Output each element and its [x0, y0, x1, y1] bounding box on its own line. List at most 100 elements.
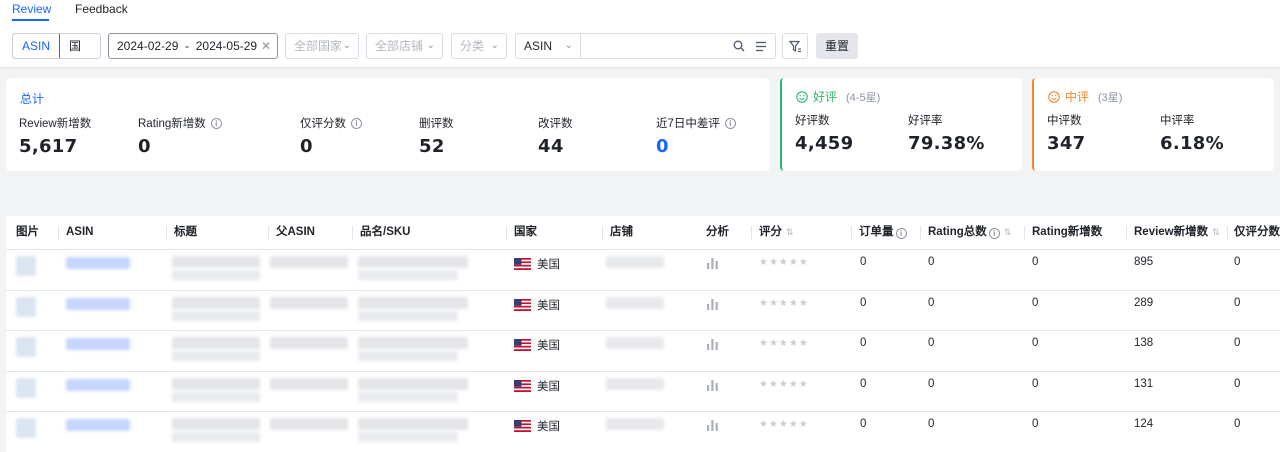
column-divider[interactable]: [851, 226, 852, 240]
rating-only-cell: 0: [1234, 418, 1241, 430]
metric-value: 5,617: [19, 136, 78, 157]
analysis-button[interactable]: [706, 338, 719, 353]
col-rating-total[interactable]: Rating总数 i ⇅: [928, 216, 1011, 248]
orders-cell: 0: [860, 337, 867, 349]
redacted-text[interactable]: [66, 297, 130, 310]
orders-cell: 0: [860, 296, 867, 309]
redacted-text: [172, 351, 260, 361]
col-rating-total-label: Rating总数: [928, 226, 987, 238]
country-cell: 美国: [514, 337, 560, 353]
us-flag-icon: [514, 339, 531, 351]
info-icon[interactable]: i: [210, 117, 222, 129]
info-icon[interactable]: i: [988, 228, 1000, 239]
toggle-asin[interactable]: ASIN: [13, 34, 61, 58]
neutral-hint: (3星): [1098, 91, 1123, 104]
product-thumbnail: [16, 256, 36, 276]
redacted-text: [358, 351, 458, 361]
column-divider[interactable]: [268, 226, 269, 240]
column-divider[interactable]: [352, 226, 353, 240]
product-thumbnail: [16, 337, 36, 357]
sort-icon[interactable]: ⇅: [1212, 227, 1220, 237]
rating-total-cell: 0: [928, 296, 935, 309]
column-divider[interactable]: [1024, 226, 1025, 240]
info-icon[interactable]: i: [895, 228, 907, 239]
info-icon[interactable]: i: [724, 117, 736, 129]
info-icon[interactable]: i: [351, 117, 362, 129]
column-divider[interactable]: [506, 226, 507, 240]
column-divider[interactable]: [1227, 226, 1228, 240]
positive-count: 好评数 4,459: [795, 112, 853, 154]
analysis-button[interactable]: [706, 419, 719, 434]
review-new-cell: 131: [1134, 377, 1154, 390]
clear-icon[interactable]: ✕: [261, 34, 271, 58]
redacted-text: [270, 337, 348, 349]
table-row[interactable]: 美国 ★★★★★ 0 0 0 124 0: [6, 412, 1280, 452]
metric-label: 删评数: [419, 118, 454, 130]
redacted-text[interactable]: [66, 419, 130, 431]
column-divider[interactable]: [166, 226, 167, 240]
redacted-text: [606, 337, 664, 349]
tab-review[interactable]: Review: [12, 2, 51, 16]
dimension-toggle: ASIN 国家: [12, 33, 101, 59]
country-select[interactable]: 全部国家 ⌄: [285, 33, 359, 59]
date-range-picker[interactable]: 2024-02-29 - 2024-05-29 ✕: [108, 33, 278, 59]
sort-icon[interactable]: ⇅: [786, 227, 794, 237]
orders-cell: 0: [860, 377, 867, 390]
redacted-text[interactable]: [66, 257, 130, 269]
redacted-text[interactable]: [66, 378, 130, 391]
redacted-text: [270, 377, 348, 390]
column-divider[interactable]: [751, 226, 752, 240]
redacted-text: [270, 256, 348, 268]
metric-value[interactable]: 0: [656, 136, 736, 157]
col-review-new[interactable]: Review新增数 ⇅: [1134, 216, 1220, 248]
toggle-country[interactable]: 国家: [60, 34, 100, 58]
search-input[interactable]: [580, 33, 776, 59]
redacted-text: [358, 310, 458, 321]
column-divider[interactable]: [920, 226, 921, 240]
summary-title: 总计: [20, 92, 45, 106]
col-title: 标题: [174, 226, 197, 238]
col-asin: ASIN: [66, 226, 94, 238]
rating-total-cell: 0: [928, 256, 935, 268]
table-row[interactable]: 美国 ★★★★★ 0 0 0 895 0: [6, 250, 1280, 291]
analysis-button[interactable]: [706, 298, 719, 313]
redacted-text: [358, 296, 468, 309]
column-divider[interactable]: [1126, 226, 1127, 240]
redacted-text[interactable]: [66, 338, 130, 350]
table-row[interactable]: 美国 ★★★★★ 0 0 0 138 0: [6, 331, 1280, 372]
redacted-text: [172, 432, 260, 442]
filter-icon: [788, 40, 801, 52]
search-type-select[interactable]: ASIN ⌄: [515, 33, 581, 59]
country-cell: 美国: [514, 256, 560, 272]
neutral-face-icon: [1048, 90, 1060, 103]
neutral-review-card: 中评 (3星) 中评数 347 中评率 6.18%: [1032, 78, 1274, 171]
advanced-filter-button[interactable]: [782, 33, 808, 59]
country-select-placeholder: 全部国家: [294, 39, 343, 53]
chevron-down-icon: ⌄: [426, 40, 435, 51]
analysis-button[interactable]: [706, 257, 719, 272]
redacted-text: [606, 377, 664, 390]
rating-total-cell: 0: [928, 377, 935, 390]
analysis-button[interactable]: [706, 379, 719, 394]
country-cell: 美国: [514, 378, 560, 394]
table-row[interactable]: 美国 ★★★★★ 0 0 0 289 0: [6, 291, 1280, 331]
rating-only-cell: 0: [1234, 296, 1241, 309]
column-divider[interactable]: [602, 226, 603, 240]
table-row[interactable]: 美国 ★★★★★ 0 0 0 131 0: [6, 372, 1280, 412]
sort-icon[interactable]: ⇅: [1004, 227, 1012, 237]
redacted-text: [270, 418, 348, 430]
search-icon[interactable]: [733, 40, 745, 52]
metric-label: Review新增数: [19, 118, 92, 130]
category-select[interactable]: 分类 ⌄: [451, 33, 507, 59]
shop-select[interactable]: 全部店铺 ⌄: [366, 33, 443, 59]
redacted-text: [172, 296, 260, 309]
col-rating[interactable]: 评分 ⇅: [759, 216, 794, 248]
tab-feedback[interactable]: Feedback: [75, 2, 128, 16]
reset-button[interactable]: 重置: [816, 33, 859, 59]
neutral-title-row: 中评 (3星): [1048, 88, 1122, 105]
us-flag-icon: [514, 298, 531, 311]
batch-search-icon[interactable]: [755, 41, 767, 52]
country-cell: 美国: [514, 297, 560, 313]
column-divider[interactable]: [58, 226, 59, 240]
orders-cell: 0: [860, 256, 867, 268]
